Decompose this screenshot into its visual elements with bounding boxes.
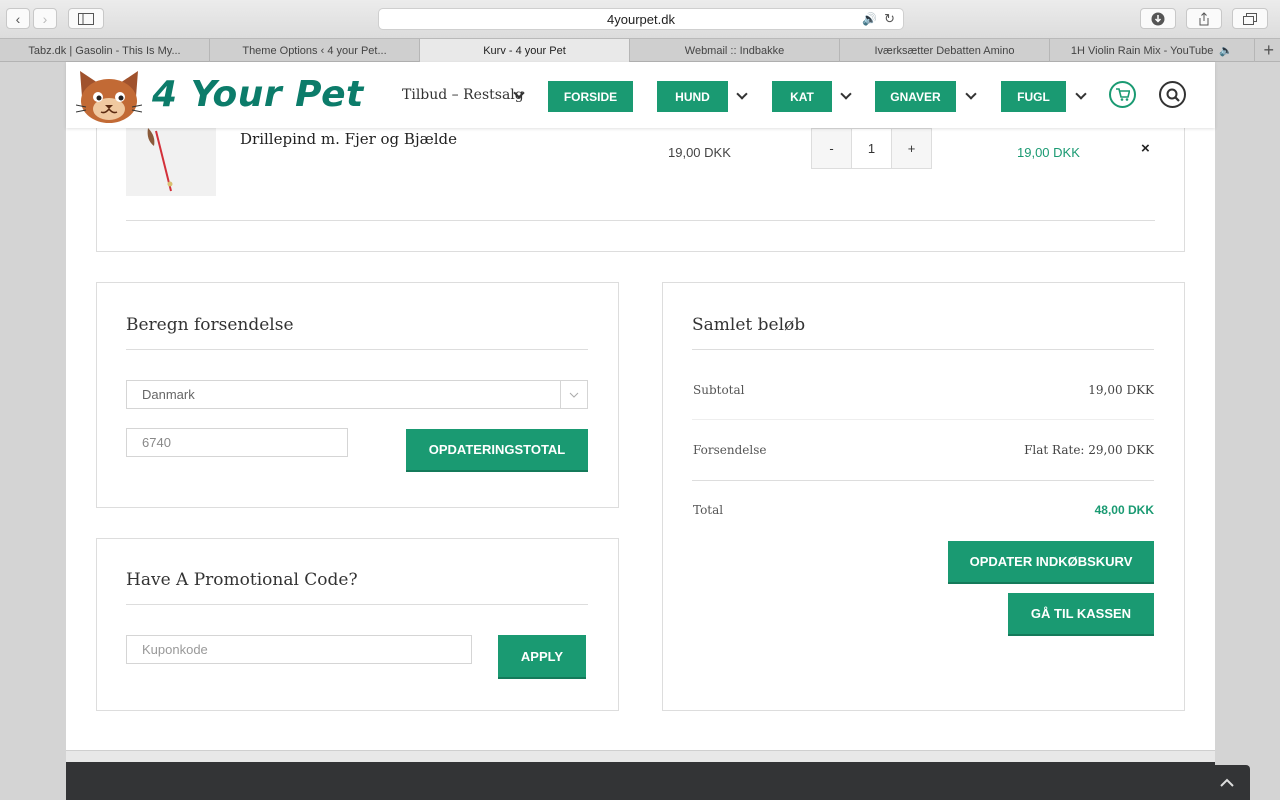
shipping-title: Beregn forsendelse (126, 315, 294, 335)
nav-hund-button[interactable]: HUND (657, 81, 728, 112)
postcode-input[interactable]: 6740 (126, 428, 348, 457)
quantity-stepper: - 1 + (811, 128, 932, 169)
country-value: Danmark (142, 387, 195, 402)
speaker-icon[interactable]: 🔊 (862, 12, 877, 26)
nav-gnaver-button[interactable]: GNAVER (875, 81, 956, 112)
footer-separator (66, 750, 1215, 762)
product-thumbnail[interactable] (126, 126, 216, 196)
site-footer (66, 762, 1215, 800)
product-price: 19,00 DKK (668, 145, 731, 160)
remove-item-icon[interactable]: × (1141, 140, 1150, 157)
divider (126, 604, 588, 605)
nav-fugl-button[interactable]: FUGL (1001, 81, 1066, 112)
coupon-placeholder: Kuponkode (142, 642, 208, 657)
tab-tabz[interactable]: Tabz.dk | Gasolin - This Is My... (0, 39, 210, 62)
chevron-down-icon[interactable] (1075, 88, 1087, 100)
product-name-link[interactable]: Drillepind m. Fjer og Bjælde (240, 130, 457, 148)
search-button[interactable] (1159, 81, 1186, 108)
url-text: 4yourpet.dk (607, 11, 675, 27)
tabs-icon (1243, 12, 1257, 25)
feather-wand-image (147, 128, 173, 192)
tab-bar: Tabz.dk | Gasolin - This Is My... Theme … (0, 38, 1280, 62)
nav-tilbud[interactable]: Tilbud – Restsalg (402, 87, 524, 103)
tab-ivaerksaetter[interactable]: Iværksætter Debatten Amino (840, 39, 1050, 62)
site-logo-text[interactable]: 4 Your Pet (152, 74, 364, 115)
cat-logo-icon[interactable] (76, 67, 142, 125)
tab-theme-options[interactable]: Theme Options ‹ 4 your Pet... (210, 39, 420, 62)
new-tab-icon[interactable]: + (1263, 40, 1274, 61)
download-icon (1151, 12, 1165, 25)
sidebar-toggle-button[interactable] (68, 8, 104, 29)
sidebar-icon (78, 12, 94, 25)
chevron-right-icon: › (42, 10, 48, 27)
postcode-value: 6740 (142, 435, 171, 450)
browser-toolbar: ‹ › 4yourpet.dk 🔊 ↻ (0, 0, 1280, 38)
subtotal-label: Subtotal (693, 383, 745, 397)
reload-icon[interactable]: ↻ (884, 11, 895, 27)
coupon-code-input[interactable]: Kuponkode (126, 635, 472, 664)
line-subtotal: 19,00 DKK (1017, 145, 1080, 160)
share-button[interactable] (1186, 8, 1222, 29)
cart-button[interactable] (1109, 81, 1136, 108)
quantity-increase-button[interactable]: + (892, 129, 931, 168)
divider (126, 220, 1155, 221)
share-icon (1199, 11, 1209, 25)
total-value: 48,00 DKK (1094, 503, 1154, 517)
divider (692, 480, 1154, 481)
tab-youtube[interactable]: 1H Violin Rain Mix - YouTube 🔈 (1050, 39, 1255, 62)
chevron-down-icon[interactable] (840, 88, 852, 100)
divider (692, 349, 1154, 350)
country-select[interactable]: Danmark (126, 380, 588, 409)
back-button[interactable]: ‹ (6, 8, 30, 29)
tab-webmail[interactable]: Webmail :: Indbakke (630, 39, 840, 62)
checkout-button[interactable]: GÅ TIL KASSEN (1008, 593, 1154, 634)
chevron-down-icon[interactable] (965, 88, 977, 100)
chevron-up-icon (1220, 778, 1234, 787)
total-label: Total (693, 503, 724, 517)
speaker-icon: 🔈 (1219, 45, 1234, 57)
quantity-input[interactable]: 1 (852, 129, 892, 168)
quantity-decrease-button[interactable]: - (812, 129, 852, 168)
promo-title: Have A Promotional Code? (126, 570, 358, 590)
cart-icon (1115, 88, 1130, 101)
subtotal-value: 19,00 DKK (1088, 383, 1154, 397)
tabs-overview-button[interactable] (1232, 8, 1268, 29)
update-cart-button[interactable]: OPDATER INDKØBSKURV (948, 541, 1154, 582)
address-bar[interactable]: 4yourpet.dk 🔊 ↻ (378, 8, 904, 30)
chevron-down-icon[interactable] (736, 88, 748, 100)
nav-kat-button[interactable]: KAT (772, 81, 832, 112)
divider (692, 419, 1154, 420)
apply-coupon-button[interactable]: APPLY (498, 635, 586, 677)
chevron-left-icon: ‹ (15, 10, 21, 27)
promo-code-box (96, 538, 619, 711)
forward-button[interactable]: › (33, 8, 57, 29)
shipping-value: Flat Rate: 29,00 DKK (1024, 443, 1154, 457)
totals-title: Samlet beløb (692, 315, 806, 335)
cart-totals-box (662, 282, 1185, 711)
tab-kurv[interactable]: Kurv - 4 your Pet (420, 39, 630, 62)
shipping-label: Forsendelse (693, 443, 767, 457)
search-icon (1166, 88, 1180, 102)
scroll-to-top-button[interactable] (1204, 765, 1250, 800)
downloads-button[interactable] (1140, 8, 1176, 29)
site-header: 4 Your Pet Tilbud – Restsalg FORSIDE HUN… (66, 62, 1215, 128)
divider (126, 349, 588, 350)
update-totals-button[interactable]: OPDATERINGSTOTAL (406, 429, 588, 470)
chevron-down-icon (560, 381, 587, 408)
nav-forside-button[interactable]: FORSIDE (548, 81, 633, 112)
